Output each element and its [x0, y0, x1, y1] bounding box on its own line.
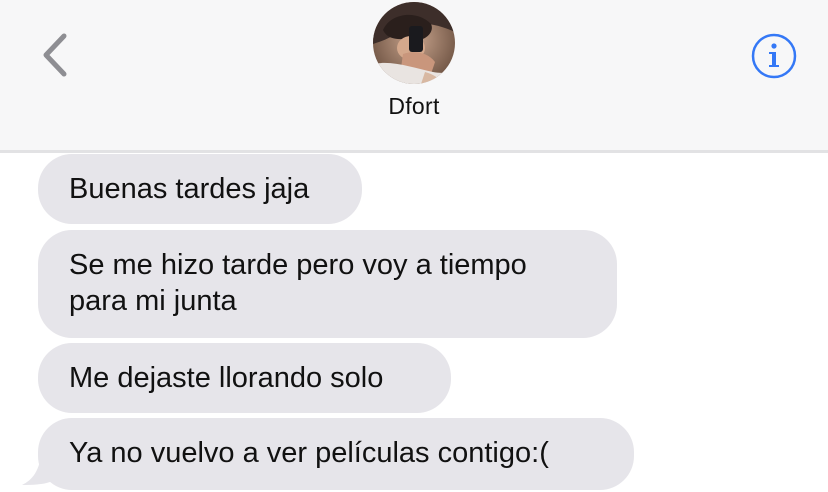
contact-photo	[373, 2, 455, 84]
contact-name: Dfort	[388, 93, 440, 119]
info-circle-icon	[751, 33, 797, 79]
message-bubble[interactable]: Ya no vuelvo a ver películas contigo:(	[38, 418, 634, 490]
chevron-left-icon	[43, 33, 67, 77]
messages-screen: Dfort Buenas tardes jaja Se me hizo tard…	[0, 0, 828, 492]
message-bubble[interactable]: Se me hizo tarde pero voy a tiempo para …	[38, 230, 617, 338]
conversation-header: Dfort	[0, 0, 828, 153]
back-button[interactable]	[30, 30, 80, 80]
message-list[interactable]: Buenas tardes jaja Se me hizo tarde pero…	[0, 153, 828, 492]
message-bubble[interactable]: Me dejaste llorando solo	[38, 343, 451, 413]
contact-avatar[interactable]	[373, 2, 455, 84]
bubble-tail	[22, 448, 56, 485]
message-bubble[interactable]: Buenas tardes jaja	[38, 154, 362, 224]
info-button[interactable]	[750, 32, 798, 80]
